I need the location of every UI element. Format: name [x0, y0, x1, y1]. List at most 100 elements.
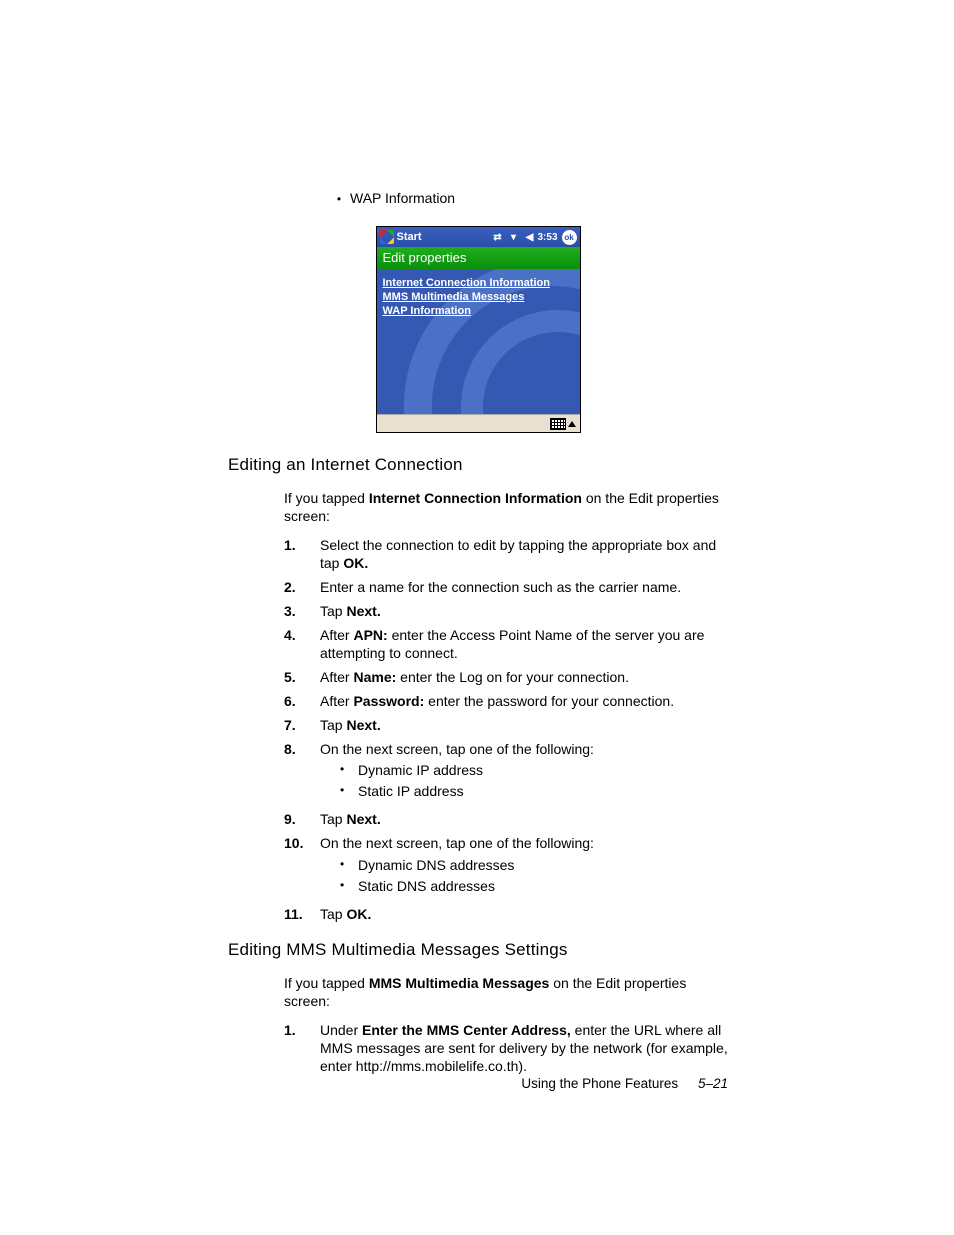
step-text-bold: APN: — [353, 627, 387, 643]
step-text-bold: Enter the MMS Center Address, — [362, 1022, 571, 1038]
step-text-pre: After — [320, 669, 353, 685]
sub-bullet-text: Static DNS addresses — [358, 878, 495, 896]
step-text-bold: Password: — [353, 693, 424, 709]
step-body: After APN: enter the Access Point Name o… — [320, 627, 728, 663]
arrow-up-icon — [568, 421, 576, 427]
step-text-pre: Tap — [320, 811, 346, 827]
step-item: 1.Select the connection to edit by tappi… — [284, 537, 728, 573]
sub-bullet-text: Dynamic DNS addresses — [358, 857, 514, 875]
phone-body: Internet Connection Information MMS Mult… — [377, 269, 580, 414]
step-body: Under Enter the MMS Center Address, ente… — [320, 1022, 728, 1076]
step-number: 7. — [284, 717, 320, 735]
step-item: 8.On the next screen, tap one of the fol… — [284, 741, 728, 806]
step-number: 11. — [284, 906, 320, 924]
heading-editing-mms: Editing MMS Multimedia Messages Settings — [228, 940, 728, 960]
bullet-dot-icon: • — [340, 878, 358, 896]
bullet-dot-icon: • — [340, 857, 358, 875]
link-wap-info: WAP Information — [383, 305, 574, 317]
step-number: 5. — [284, 669, 320, 687]
step-body: On the next screen, tap one of the follo… — [320, 741, 728, 806]
step-text-pre: On the next screen, tap one of the follo… — [320, 835, 594, 851]
top-bullet-text: WAP Information — [350, 190, 728, 208]
link-internet-connection: Internet Connection Information — [383, 277, 574, 289]
step-text-pre: Select the connection to edit by tapping… — [320, 537, 716, 571]
sub-bullet-text: Static IP address — [358, 783, 464, 801]
step-text-pre: Enter a name for the connection such as … — [320, 579, 681, 595]
step-number: 10. — [284, 835, 320, 900]
link-mms-messages: MMS Multimedia Messages — [383, 291, 574, 303]
start-label: Start — [397, 231, 422, 243]
step-item: 3.Tap Next. — [284, 603, 728, 621]
speaker-icon: ◀ — [523, 232, 535, 243]
clock-label: 3:53 — [537, 232, 557, 243]
step-text-pre: Tap — [320, 603, 346, 619]
step-number: 6. — [284, 693, 320, 711]
step-text-bold: Name: — [353, 669, 396, 685]
s2-intro-bold: MMS Multimedia Messages — [369, 975, 550, 991]
page-content: • WAP Information Start ⇄ ▾ ◀ 3:53 ok Ed… — [228, 190, 728, 1082]
step-text-post: enter the password for your connection. — [424, 693, 674, 709]
phone-screenshot: Start ⇄ ▾ ◀ 3:53 ok Edit properties Inte… — [376, 226, 581, 433]
section2-steps: 1.Under Enter the MMS Center Address, en… — [284, 1022, 728, 1076]
step-number: 9. — [284, 811, 320, 829]
s1-intro-bold: Internet Connection Information — [369, 490, 582, 506]
sub-bullet-item: •Dynamic DNS addresses — [340, 857, 728, 875]
step-text-pre: After — [320, 693, 353, 709]
step-number: 1. — [284, 537, 320, 573]
bullet-dot-icon: • — [340, 783, 358, 801]
step-item: 7.Tap Next. — [284, 717, 728, 735]
phone-bottombar — [377, 414, 580, 432]
step-number: 3. — [284, 603, 320, 621]
step-text-bold: OK. — [346, 906, 371, 922]
signal-icon: ▾ — [507, 232, 519, 243]
section2-intro: If you tapped MMS Multimedia Messages on… — [284, 974, 728, 1010]
step-item: 11.Tap OK. — [284, 906, 728, 924]
step-item: 6.After Password: enter the password for… — [284, 693, 728, 711]
step-text-pre: Tap — [320, 906, 346, 922]
bullet-dot-icon: • — [340, 762, 358, 780]
sub-bullet-item: •Dynamic IP address — [340, 762, 728, 780]
step-item: 1.Under Enter the MMS Center Address, en… — [284, 1022, 728, 1076]
windows-flag-icon — [380, 230, 394, 244]
step-item: 5.After Name: enter the Log on for your … — [284, 669, 728, 687]
step-body: Tap Next. — [320, 603, 728, 621]
step-item: 4.After APN: enter the Access Point Name… — [284, 627, 728, 663]
step-text-pre: After — [320, 627, 353, 643]
step-number: 2. — [284, 579, 320, 597]
step-body: Select the connection to edit by tapping… — [320, 537, 728, 573]
step-text-pre: Tap — [320, 717, 346, 733]
step-text-bold: Next. — [346, 811, 380, 827]
step-body: On the next screen, tap one of the follo… — [320, 835, 728, 900]
step-body: Enter a name for the connection such as … — [320, 579, 728, 597]
step-text-post: enter the Log on for your connection. — [396, 669, 629, 685]
step-number: 1. — [284, 1022, 320, 1076]
sub-bullet-item: •Static IP address — [340, 783, 728, 801]
step-item: 10.On the next screen, tap one of the fo… — [284, 835, 728, 900]
top-bullet-item: • WAP Information — [328, 190, 728, 208]
s1-intro-pre: If you tapped — [284, 490, 369, 506]
step-body: Tap Next. — [320, 717, 728, 735]
step-body: Tap Next. — [320, 811, 728, 829]
edit-properties-header: Edit properties — [377, 247, 580, 269]
footer-page: 5–21 — [698, 1076, 728, 1091]
step-text-pre: Under — [320, 1022, 362, 1038]
sub-bullet-list: •Dynamic IP address•Static IP address — [340, 762, 728, 801]
phone-titlebar: Start ⇄ ▾ ◀ 3:53 ok — [377, 227, 580, 247]
step-text-bold: Next. — [346, 717, 380, 733]
keyboard-icon — [550, 418, 566, 430]
connectivity-icon: ⇄ — [491, 232, 503, 243]
step-text-bold: OK. — [343, 555, 368, 571]
step-number: 8. — [284, 741, 320, 806]
step-item: 9.Tap Next. — [284, 811, 728, 829]
step-body: After Name: enter the Log on for your co… — [320, 669, 728, 687]
sub-bullet-list: •Dynamic DNS addresses•Static DNS addres… — [340, 857, 728, 896]
footer-chapter: Using the Phone Features — [521, 1076, 678, 1091]
step-body: Tap OK. — [320, 906, 728, 924]
page-footer: Using the Phone Features 5–21 — [228, 1076, 728, 1091]
step-item: 2.Enter a name for the connection such a… — [284, 579, 728, 597]
section1-intro: If you tapped Internet Connection Inform… — [284, 489, 728, 525]
ok-badge-icon: ok — [562, 230, 577, 245]
s2-intro-pre: If you tapped — [284, 975, 369, 991]
step-number: 4. — [284, 627, 320, 663]
sub-bullet-text: Dynamic IP address — [358, 762, 483, 780]
